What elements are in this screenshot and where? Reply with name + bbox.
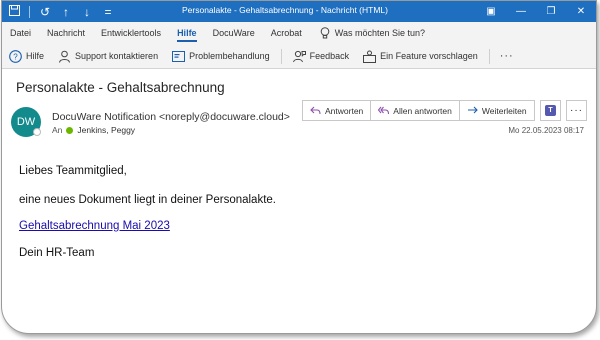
reply-all-icon (378, 106, 390, 115)
message-more-button[interactable]: ··· (566, 100, 587, 121)
presence-icon (66, 126, 74, 134)
svg-text:?: ? (13, 52, 18, 61)
window-title: Personalakte - Gehaltsabrechnung - Nachr… (182, 5, 388, 15)
support-person-icon (59, 50, 71, 63)
tab-entwicklertools[interactable]: Entwicklertools (93, 22, 169, 44)
troubleshoot-button[interactable]: Problembehandlung (165, 44, 277, 69)
feedback-label: Feedback (309, 51, 350, 61)
teams-icon: T (545, 105, 556, 116)
close-icon[interactable]: ✕ (566, 1, 596, 22)
feedback-icon (292, 50, 306, 62)
help-button[interactable]: ? Hilfe (2, 44, 51, 69)
tab-datei[interactable]: Datei (2, 22, 39, 44)
recipient-name[interactable]: Jenkins, Peggy (77, 125, 135, 135)
greeting: Liebes Teammitglied, (19, 165, 127, 177)
contact-support-label: Support kontaktieren (75, 51, 159, 61)
to-label: An (52, 125, 63, 135)
reply-all-label: Allen antworten (393, 105, 452, 116)
message-date: Mo 22.05.2023 08:17 (508, 126, 584, 135)
minimize-icon[interactable]: — (506, 1, 536, 22)
title-bar: ↺ ↑ ↓ = Personalakte - Gehaltsabrechnung… (2, 1, 596, 22)
tell-me-search[interactable]: Was möchten Sie tun? (320, 27, 425, 39)
outlook-message-window: ↺ ↑ ↓ = Personalakte - Gehaltsabrechnung… (1, 0, 597, 334)
forward-label: Weiterleiten (481, 105, 527, 116)
contact-support-button[interactable]: Support kontaktieren (51, 44, 165, 69)
arrow-up-icon[interactable]: ↑ (60, 6, 72, 18)
teams-share-button[interactable]: T (540, 100, 561, 121)
ribbon-separator (280, 48, 282, 64)
tab-hilfe[interactable]: Hilfe (169, 22, 205, 44)
undo-icon[interactable]: ↺ (39, 6, 51, 18)
forward-icon (467, 106, 478, 114)
avatar-status-dot (33, 128, 41, 136)
sender-address[interactable]: DocuWare Notification <noreply@docuware.… (52, 111, 290, 123)
qat-separator (29, 5, 30, 18)
tab-acrobat[interactable]: Acrobat (263, 22, 310, 44)
arrow-down-icon[interactable]: ↓ (81, 6, 93, 18)
troubleshoot-label: Problembehandlung (189, 51, 270, 61)
ribbon-separator (488, 48, 490, 64)
feedback-button[interactable]: Feedback (286, 44, 357, 69)
quick-access-toolbar: ↺ ↑ ↓ = (2, 5, 114, 18)
ribbon-help: ? Hilfe Support kontaktieren Problembeha… (2, 44, 596, 69)
message-actions: Antworten Allen antworten Weiterleiten (302, 100, 535, 121)
reply-icon (310, 106, 321, 115)
customize-qat-icon[interactable]: = (102, 6, 114, 18)
signature: Dein HR-Team (19, 247, 95, 259)
lightbulb-icon (320, 27, 330, 39)
suggest-feature-label: Ein Feature vorschlagen (380, 51, 478, 61)
ribbon-more-button[interactable]: ··· (494, 44, 520, 69)
help-label: Hilfe (26, 51, 45, 61)
document-link[interactable]: Gehaltsabrechnung Mai 2023 (19, 220, 170, 232)
menu-bar: Datei Nachricht Entwicklertools Hilfe Do… (2, 22, 596, 44)
ribbon-display-icon[interactable]: ▣ (476, 1, 506, 22)
message-subject: Personalakte - Gehaltsabrechnung (16, 80, 225, 95)
reply-button[interactable]: Antworten (303, 101, 372, 120)
window-controls: ▣ — ❐ ✕ (476, 1, 596, 22)
reply-label: Antworten (325, 105, 364, 116)
tab-docuware[interactable]: DocuWare (205, 22, 263, 44)
troubleshoot-icon (172, 50, 186, 62)
restore-icon[interactable]: ❐ (536, 1, 566, 22)
recipient-row: An Jenkins, Peggy (52, 125, 135, 135)
help-icon: ? (9, 49, 22, 63)
suggest-feature-button[interactable]: Ein Feature vorschlagen (356, 44, 485, 69)
save-icon[interactable] (8, 5, 20, 18)
body-text: eine neues Dokument liegt in deiner Pers… (19, 194, 276, 206)
tab-nachricht[interactable]: Nachricht (39, 22, 93, 44)
reply-all-button[interactable]: Allen antworten (371, 101, 460, 120)
tell-me-label: Was möchten Sie tun? (334, 28, 426, 38)
forward-button[interactable]: Weiterleiten (460, 101, 534, 120)
suggest-feature-icon (363, 50, 377, 63)
